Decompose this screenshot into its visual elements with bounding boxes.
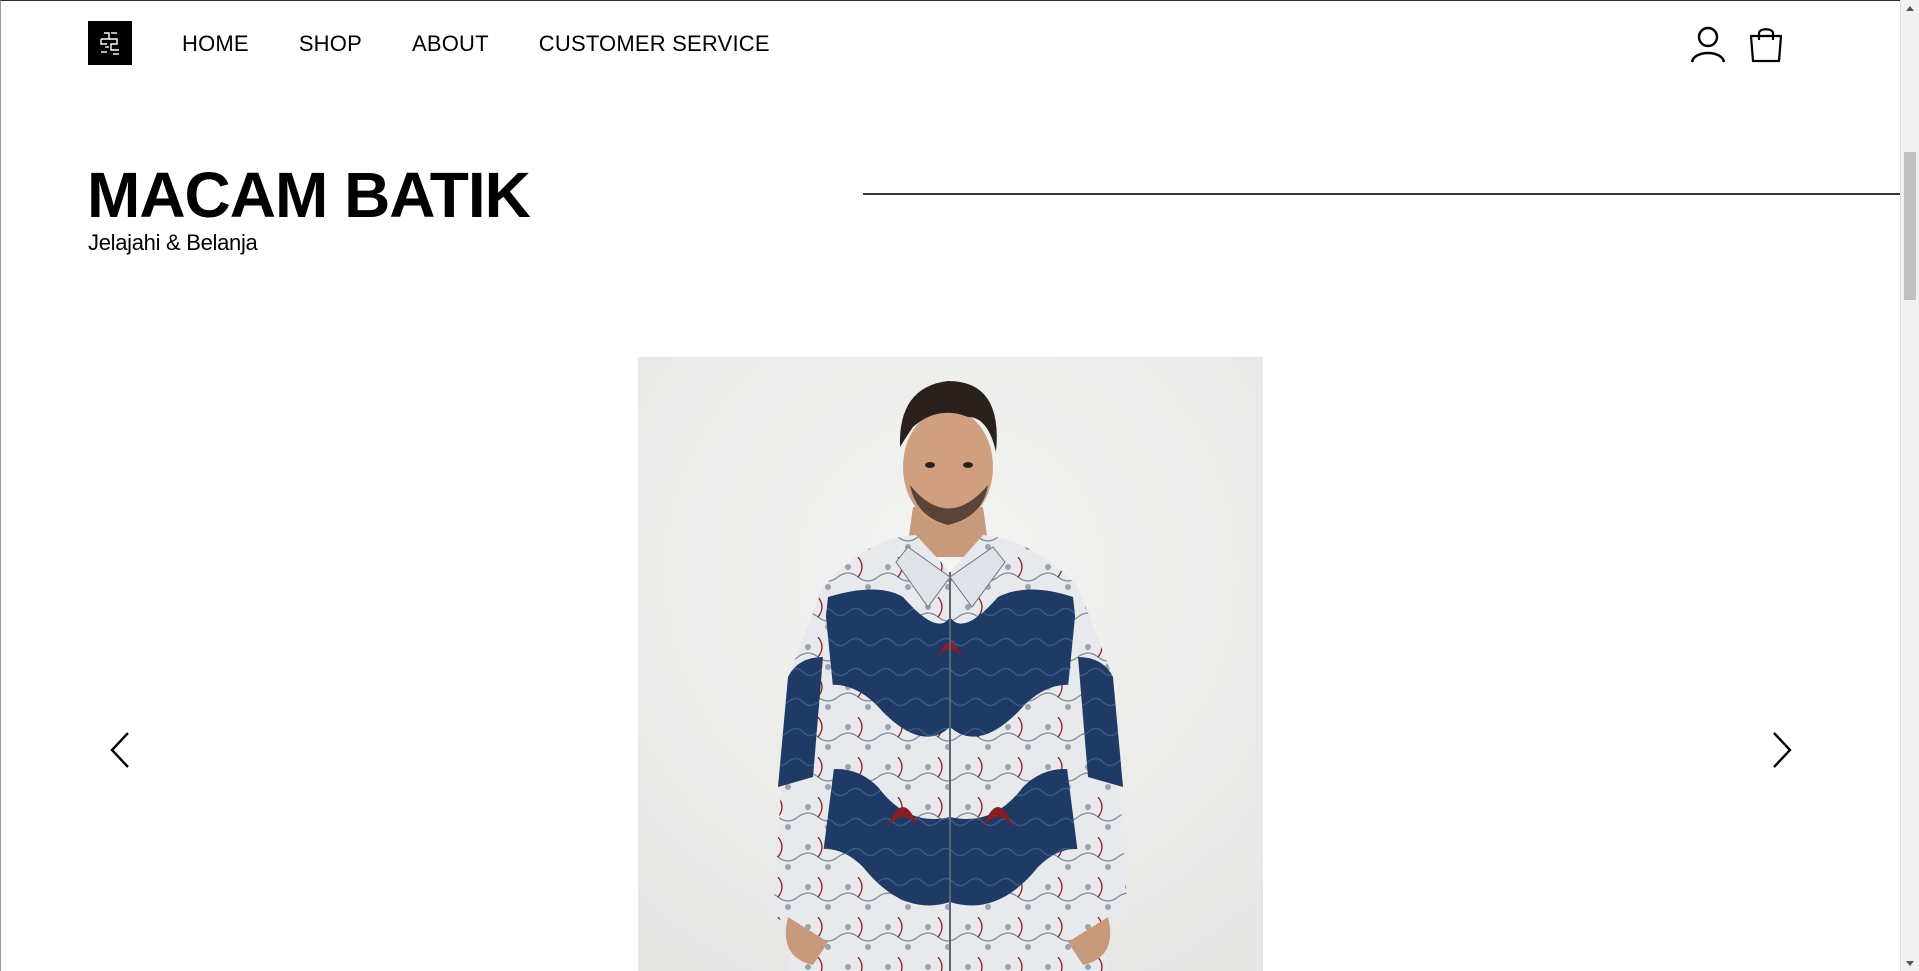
carousel-next-button[interactable] [1762, 728, 1802, 772]
title-divider [863, 193, 1900, 195]
nav-home[interactable]: HOME [182, 30, 249, 58]
store-logo[interactable] [88, 21, 132, 65]
logo-mark-icon [100, 32, 119, 55]
scrollbar-thumb[interactable] [1904, 152, 1916, 300]
main-nav: HOME SHOP ABOUT CUSTOMER SERVICE [182, 30, 820, 58]
scroll-down-arrow-icon[interactable] [1901, 955, 1919, 971]
shopping-bag-icon[interactable] [1749, 25, 1783, 68]
nav-customer-service[interactable]: CUSTOMER SERVICE [539, 30, 770, 58]
page-title: MACAM BATIK [87, 159, 531, 231]
scroll-up-arrow-icon[interactable] [1901, 0, 1919, 16]
page: HOME SHOP ABOUT CUSTOMER SERVICE MACAM B… [0, 0, 1900, 971]
account-icon[interactable] [1689, 25, 1727, 68]
carousel-prev-button[interactable] [100, 728, 140, 772]
header-actions [1689, 25, 1783, 68]
batik-shirt-model-image [638, 357, 1263, 971]
nav-shop[interactable]: SHOP [299, 30, 362, 58]
page-scrollbar[interactable] [1900, 0, 1919, 971]
page-subtitle: Jelajahi & Belanja [88, 230, 258, 255]
chevron-right-icon [1773, 732, 1792, 768]
chevron-left-icon [110, 732, 129, 768]
nav-about[interactable]: ABOUT [412, 30, 489, 58]
product-image[interactable] [638, 357, 1263, 971]
